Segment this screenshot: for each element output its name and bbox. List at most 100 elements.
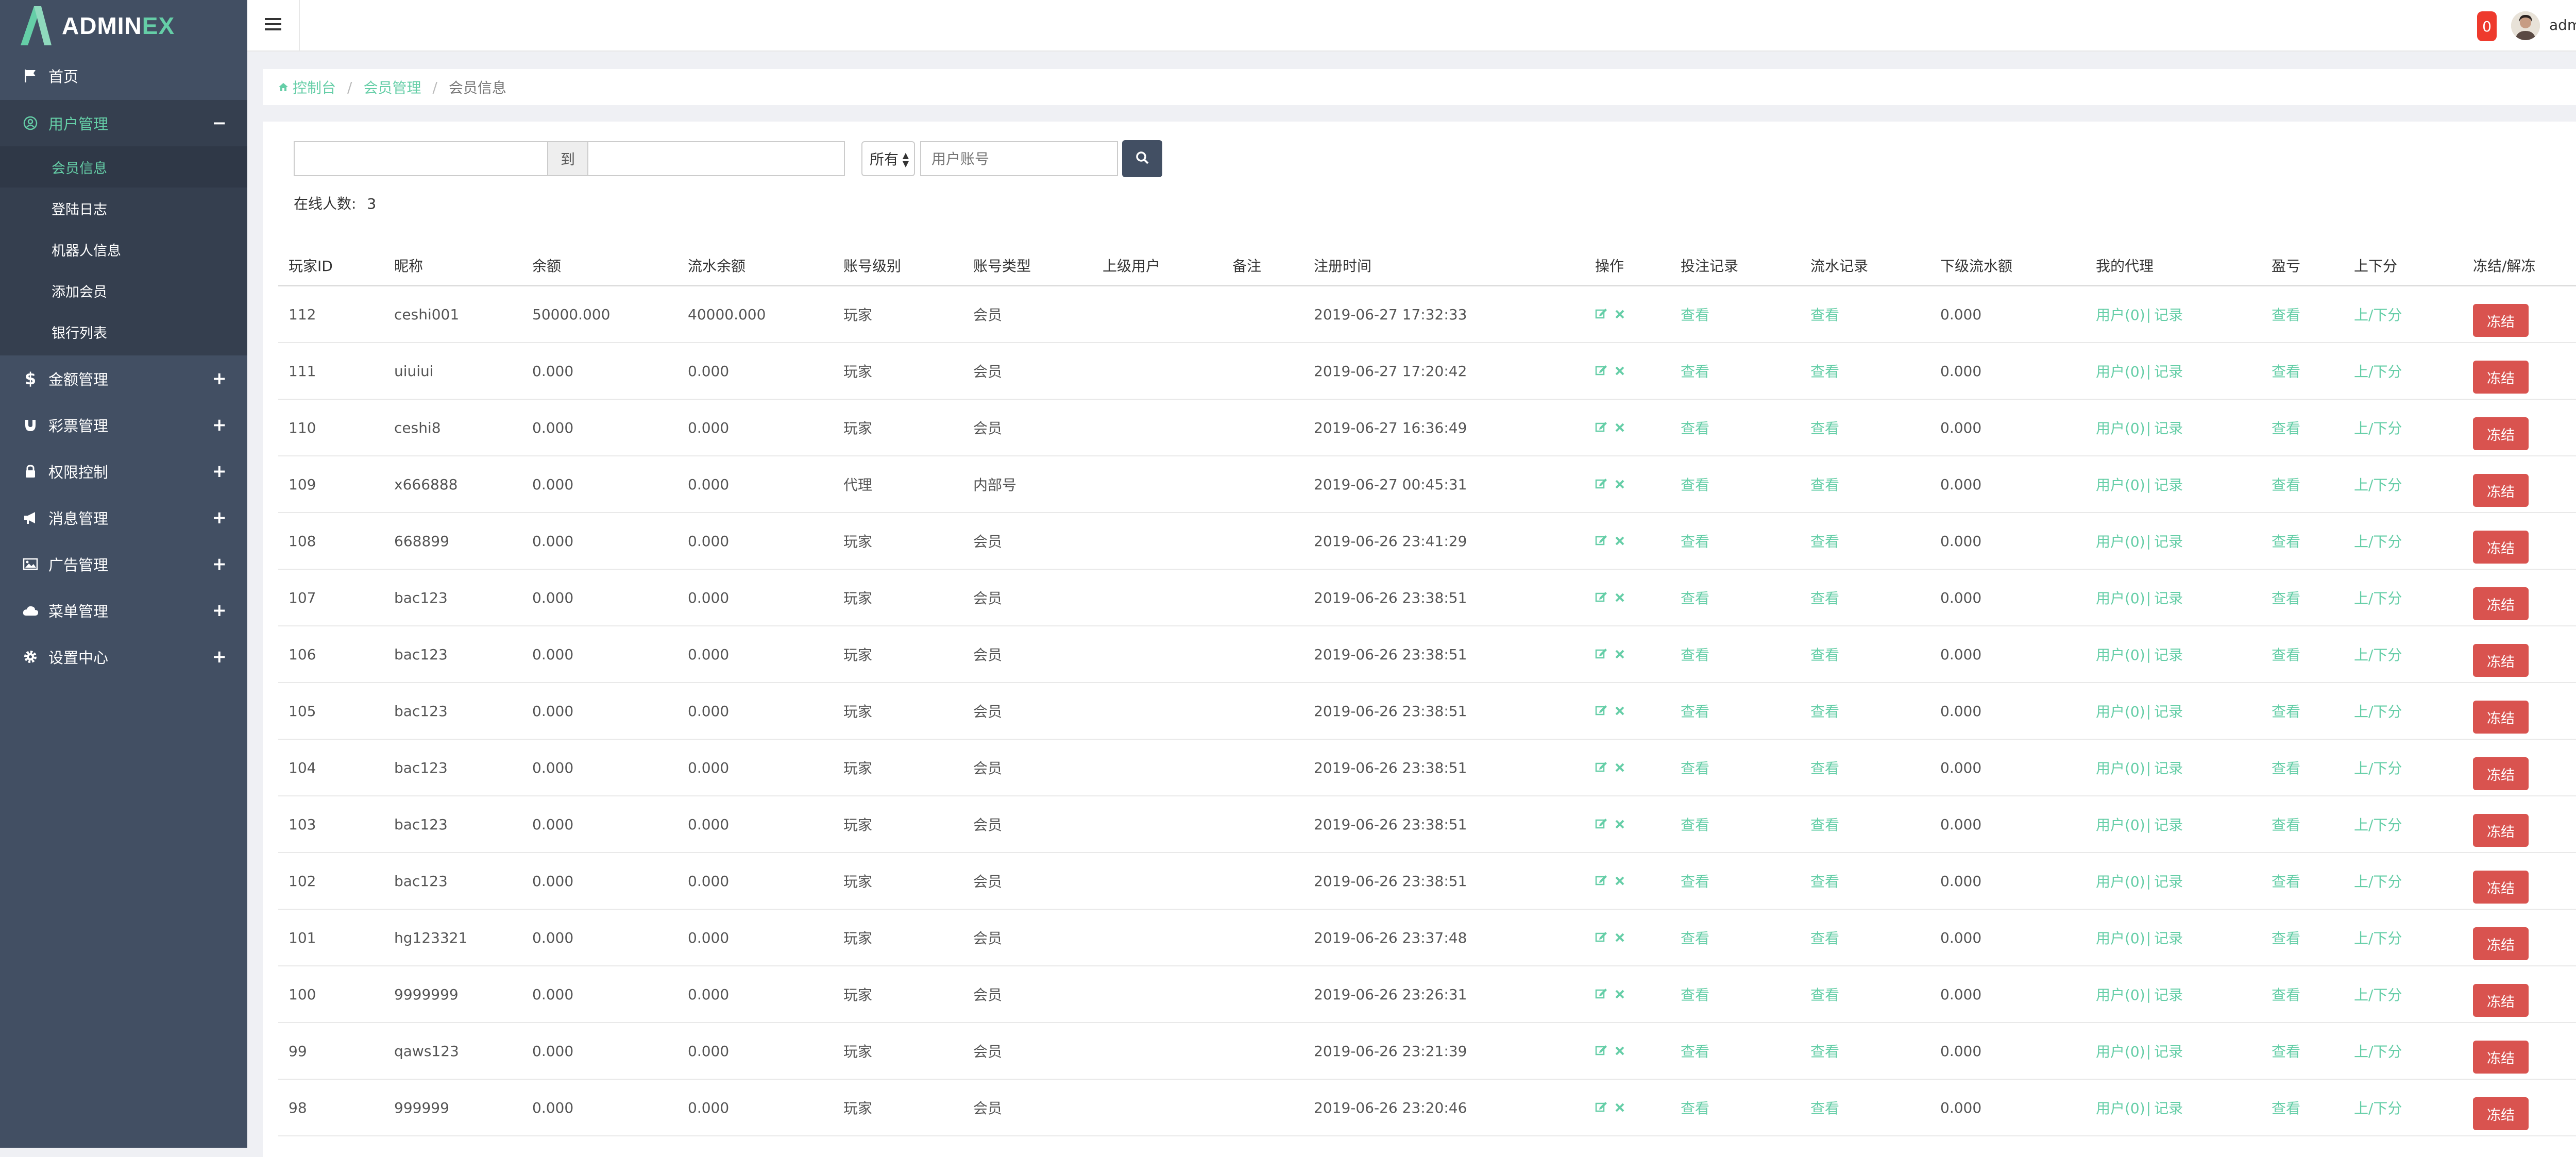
profit-loss-link[interactable]: 查看 (2272, 910, 2300, 965)
sidebar-item-user-management[interactable]: 用户管理 − (0, 100, 247, 146)
bet-record-link[interactable]: 查看 (1681, 1023, 1709, 1079)
bet-record-link[interactable]: 查看 (1681, 456, 1709, 512)
delete-icon[interactable] (1615, 986, 1625, 1003)
up-down-score-link[interactable]: 上/下分 (2354, 966, 2402, 1022)
agent-records-link[interactable]: 记录 (2154, 1097, 2183, 1118)
freeze-button[interactable]: 冻结 (2473, 1097, 2529, 1130)
profit-loss-link[interactable]: 查看 (2272, 343, 2300, 399)
flow-record-link[interactable]: 查看 (1810, 796, 1839, 852)
freeze-button[interactable]: 冻结 (2473, 814, 2529, 847)
agent-records-link[interactable]: 记录 (2154, 417, 2183, 438)
delete-icon[interactable] (1615, 1043, 1625, 1060)
up-down-score-link[interactable]: 上/下分 (2354, 853, 2402, 909)
edit-icon[interactable] (1595, 363, 1607, 380)
freeze-button[interactable]: 冻结 (2473, 927, 2529, 960)
sidebar-item-amount-management[interactable]: $ 金额管理 + (0, 355, 247, 402)
sidebar-item-settings-center[interactable]: 设置中心 + (0, 634, 247, 680)
delete-icon[interactable] (1615, 873, 1625, 890)
profit-loss-link[interactable]: 查看 (2272, 513, 2300, 569)
edit-icon[interactable] (1595, 703, 1607, 720)
bet-record-link[interactable]: 查看 (1681, 1080, 1709, 1135)
edit-icon[interactable] (1595, 816, 1607, 833)
agent-records-link[interactable]: 记录 (2154, 474, 2183, 495)
agent-records-link[interactable]: 记录 (2154, 984, 2183, 1005)
bet-record-link[interactable]: 查看 (1681, 683, 1709, 739)
flow-record-link[interactable]: 查看 (1810, 570, 1839, 625)
sidebar-item-permission-control[interactable]: 权限控制 + (0, 448, 247, 495)
delete-icon[interactable] (1615, 1099, 1625, 1116)
edit-icon[interactable] (1595, 589, 1607, 606)
profit-loss-link[interactable]: 查看 (2272, 570, 2300, 625)
profit-loss-link[interactable]: 查看 (2272, 626, 2300, 682)
flow-record-link[interactable]: 查看 (1810, 740, 1839, 795)
edit-icon[interactable] (1595, 986, 1607, 1003)
flow-record-link[interactable]: 查看 (1810, 910, 1839, 965)
bet-record-link[interactable]: 查看 (1681, 400, 1709, 455)
flow-record-link[interactable]: 查看 (1810, 400, 1839, 455)
up-down-score-link[interactable]: 上/下分 (2354, 740, 2402, 795)
bet-record-link[interactable]: 查看 (1681, 853, 1709, 909)
sidebar-item-home[interactable]: 首页 (0, 52, 247, 100)
up-down-score-link[interactable]: 上/下分 (2354, 343, 2402, 399)
profit-loss-link[interactable]: 查看 (2272, 286, 2300, 342)
agent-users-link[interactable]: 用户(0) (2096, 417, 2145, 438)
delete-icon[interactable] (1615, 703, 1625, 720)
agent-records-link[interactable]: 记录 (2154, 1041, 2183, 1061)
up-down-score-link[interactable]: 上/下分 (2354, 1080, 2402, 1135)
flow-record-link[interactable]: 查看 (1810, 1080, 1839, 1135)
flow-record-link[interactable]: 查看 (1810, 343, 1839, 399)
edit-icon[interactable] (1595, 306, 1607, 323)
submenu-item-bank-list[interactable]: 银行列表 (0, 311, 247, 352)
profit-loss-link[interactable]: 查看 (2272, 966, 2300, 1022)
agent-users-link[interactable]: 用户(0) (2096, 1041, 2145, 1061)
agent-users-link[interactable]: 用户(0) (2096, 757, 2145, 778)
submenu-item-robot-info[interactable]: 机器人信息 (0, 229, 247, 270)
agent-users-link[interactable]: 用户(0) (2096, 474, 2145, 495)
search-button[interactable] (1122, 140, 1162, 177)
agent-users-link[interactable]: 用户(0) (2096, 701, 2145, 721)
up-down-score-link[interactable]: 上/下分 (2354, 910, 2402, 965)
freeze-button[interactable]: 冻结 (2473, 757, 2529, 790)
up-down-score-link[interactable]: 上/下分 (2354, 1023, 2402, 1079)
username[interactable]: admin1 (2549, 16, 2576, 33)
edit-icon[interactable] (1595, 646, 1607, 663)
agent-users-link[interactable]: 用户(0) (2096, 1097, 2145, 1118)
menu-toggle-button[interactable] (247, 0, 300, 50)
logo[interactable]: ADMINEX (0, 0, 247, 52)
up-down-score-link[interactable]: 上/下分 (2354, 286, 2402, 342)
submenu-item-login-log[interactable]: 登陆日志 (0, 188, 247, 229)
agent-users-link[interactable]: 用户(0) (2096, 644, 2145, 665)
agent-records-link[interactable]: 记录 (2154, 701, 2183, 721)
flow-record-link[interactable]: 查看 (1810, 966, 1839, 1022)
delete-icon[interactable] (1615, 929, 1625, 946)
edit-icon[interactable] (1595, 476, 1607, 493)
flow-record-link[interactable]: 查看 (1810, 513, 1839, 569)
bet-record-link[interactable]: 查看 (1681, 796, 1709, 852)
delete-icon[interactable] (1615, 306, 1625, 323)
up-down-score-link[interactable]: 上/下分 (2354, 570, 2402, 625)
agent-records-link[interactable]: 记录 (2154, 531, 2183, 551)
edit-icon[interactable] (1595, 533, 1607, 550)
bet-record-link[interactable]: 查看 (1681, 570, 1709, 625)
freeze-button[interactable]: 冻结 (2473, 701, 2529, 734)
up-down-score-link[interactable]: 上/下分 (2354, 513, 2402, 569)
up-down-score-link[interactable]: 上/下分 (2354, 400, 2402, 455)
edit-icon[interactable] (1595, 759, 1607, 776)
edit-icon[interactable] (1595, 419, 1607, 436)
notification-badge[interactable]: 0 (2477, 11, 2497, 41)
flow-record-link[interactable]: 查看 (1810, 456, 1839, 512)
profit-loss-link[interactable]: 查看 (2272, 683, 2300, 739)
profit-loss-link[interactable]: 查看 (2272, 740, 2300, 795)
flow-record-link[interactable]: 查看 (1810, 1023, 1839, 1079)
up-down-score-link[interactable]: 上/下分 (2354, 626, 2402, 682)
breadcrumb-section[interactable]: 会员管理 (363, 77, 421, 97)
sidebar-item-lottery-management[interactable]: 彩票管理 + (0, 402, 247, 448)
agent-users-link[interactable]: 用户(0) (2096, 531, 2145, 551)
level-select[interactable]: 所有 ▲ ▼ (861, 141, 915, 176)
freeze-button[interactable]: 冻结 (2473, 361, 2529, 394)
edit-icon[interactable] (1595, 1099, 1607, 1116)
freeze-button[interactable]: 冻结 (2473, 1041, 2529, 1074)
freeze-button[interactable]: 冻结 (2473, 474, 2529, 507)
profit-loss-link[interactable]: 查看 (2272, 400, 2300, 455)
delete-icon[interactable] (1615, 533, 1625, 550)
